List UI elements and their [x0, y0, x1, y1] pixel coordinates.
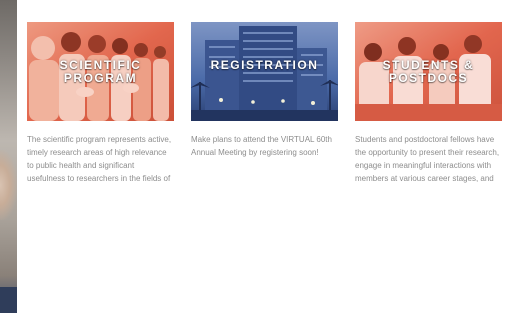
scientific-program-title-line2: PROGRAM — [63, 71, 138, 85]
background-photo — [0, 0, 17, 313]
registration-image-link[interactable]: REGISTRATION — [191, 22, 338, 121]
background-photo-face — [0, 150, 17, 220]
page: SCIENTIFIC PROGRAM The scientific progra… — [0, 0, 513, 313]
students-postdocs-title: STUDENTS & POSTDOCS — [355, 59, 502, 85]
card-students-postdocs: STUDENTS & POSTDOCS Students and postdoc… — [355, 22, 502, 187]
background-photo-shirt — [0, 287, 17, 313]
card-registration: REGISTRATION Make plans to attend the VI… — [191, 22, 338, 187]
students-postdocs-title-line2: POSTDOCS — [388, 71, 469, 85]
students-postdocs-description: Students and postdoctoral fellows have t… — [355, 135, 500, 183]
content-panel: SCIENTIFIC PROGRAM The scientific progra… — [17, 0, 513, 313]
scientific-program-title: SCIENTIFIC PROGRAM — [27, 59, 174, 85]
registration-description: Make plans to attend the VIRTUAL 60th An… — [191, 135, 332, 157]
students-postdocs-image-link[interactable]: STUDENTS & POSTDOCS — [355, 22, 502, 121]
content-fade-overlay — [17, 195, 513, 313]
card-scientific-program: SCIENTIFIC PROGRAM The scientific progra… — [27, 22, 174, 187]
registration-title-line1: REGISTRATION — [210, 58, 319, 72]
scientific-program-description: The scientific program represents active… — [27, 135, 172, 183]
registration-title: REGISTRATION — [191, 59, 338, 72]
scientific-program-image-link[interactable]: SCIENTIFIC PROGRAM — [27, 22, 174, 121]
